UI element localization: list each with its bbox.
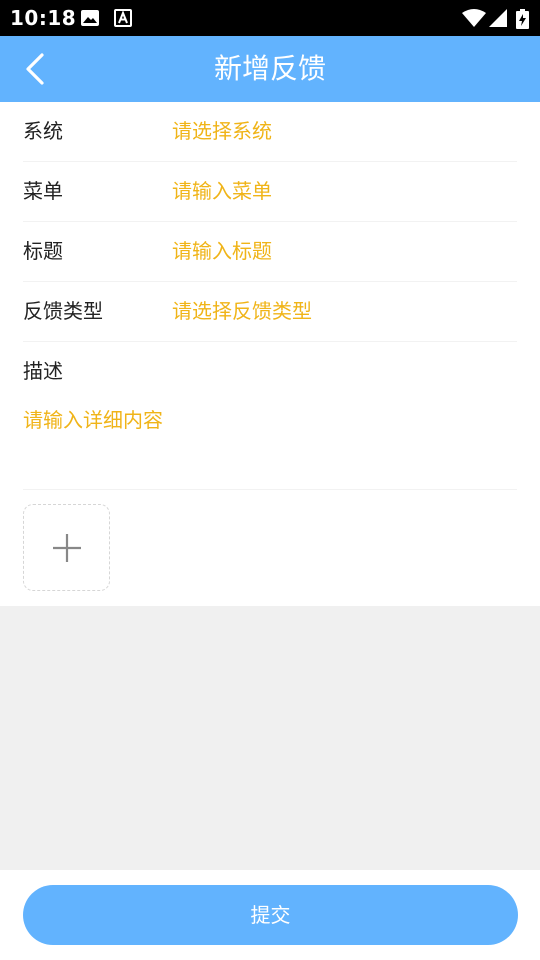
bottom-bar: 提交: [0, 870, 540, 960]
chevron-left-icon: [26, 53, 44, 85]
submit-button[interactable]: 提交: [23, 885, 518, 945]
font-a-icon: [114, 9, 132, 31]
system-label: 系统: [23, 119, 63, 143]
app-header: 新增反馈: [0, 36, 540, 102]
feedback-type-row: 反馈类型 请选择反馈类型: [23, 282, 517, 342]
title-input[interactable]: 请输入标题: [172, 222, 272, 280]
description-label: 描述: [23, 359, 63, 383]
system-row: 系统 请选择系统: [23, 102, 517, 162]
add-image-button[interactable]: [23, 504, 110, 591]
menu-input[interactable]: 请输入菜单: [172, 162, 272, 220]
feedback-type-label: 反馈类型: [23, 299, 103, 323]
page-title: 新增反馈: [213, 52, 326, 85]
menu-row: 菜单 请输入菜单: [23, 162, 517, 222]
title-label: 标题: [23, 239, 63, 263]
status-time: 10:18: [10, 6, 77, 30]
system-select[interactable]: 请选择系统: [172, 102, 272, 160]
feedback-type-select[interactable]: 请选择反馈类型: [172, 282, 312, 340]
image-icon: [80, 9, 100, 31]
feedback-form: 系统 请选择系统 菜单 请输入菜单 标题 请输入标题 反馈类型 请选择反馈类型 …: [0, 102, 540, 606]
menu-label: 菜单: [23, 179, 63, 203]
wifi-icon: [462, 9, 486, 31]
plus-icon: [53, 534, 81, 562]
description-divider: [23, 489, 517, 490]
signal-icon: [489, 9, 509, 31]
battery-charging-icon: [516, 9, 529, 33]
description-input[interactable]: 请输入详细内容: [23, 404, 517, 488]
back-button[interactable]: [14, 47, 58, 91]
status-bar: 10:18: [0, 0, 540, 36]
title-row: 标题 请输入标题: [23, 222, 517, 282]
